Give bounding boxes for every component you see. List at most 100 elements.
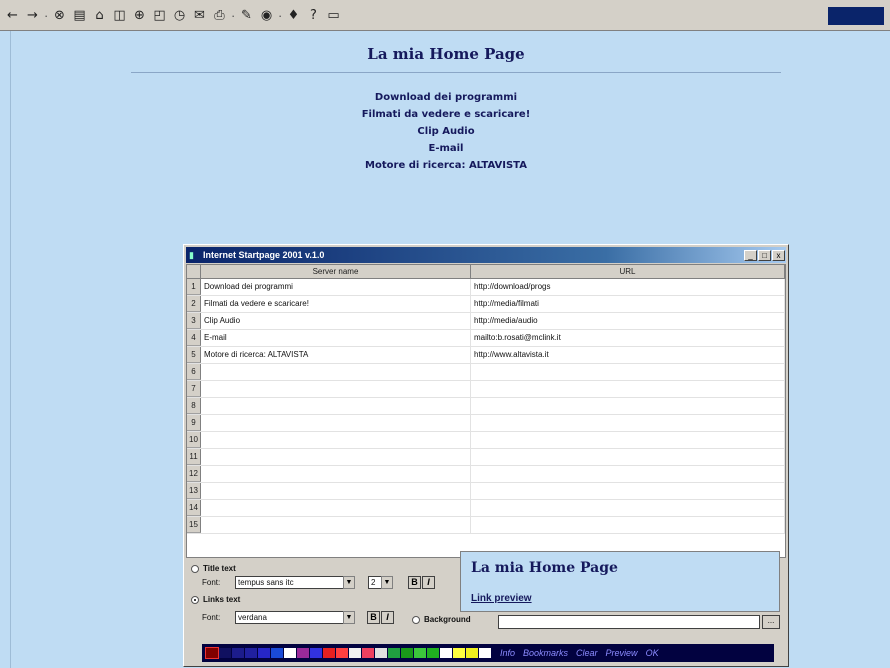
table-row[interactable]: 7 — [187, 381, 785, 398]
column-header-url[interactable]: URL — [471, 265, 785, 279]
row-number[interactable]: 13 — [187, 483, 201, 499]
title-font-dropdown-icon[interactable]: ▼ — [343, 576, 355, 589]
row-number[interactable]: 8 — [187, 398, 201, 414]
color-swatch[interactable] — [205, 647, 219, 659]
title-italic-button[interactable]: I — [422, 576, 435, 589]
links-bold-button[interactable]: B — [367, 611, 380, 624]
server-name-cell[interactable]: Clip Audio — [201, 313, 471, 329]
table-row[interactable]: 4 E-mail mailto:b.rosati@mclink.it — [187, 330, 785, 347]
table-row[interactable]: 10 — [187, 432, 785, 449]
url-cell[interactable] — [471, 517, 785, 533]
server-name-cell[interactable] — [201, 517, 471, 533]
url-cell[interactable] — [471, 500, 785, 516]
row-number[interactable]: 12 — [187, 466, 201, 482]
server-name-cell[interactable]: E-mail — [201, 330, 471, 346]
server-name-cell[interactable] — [201, 432, 471, 448]
mail-icon[interactable]: ✉ — [191, 7, 208, 24]
page-link-search-engine[interactable]: Motore di ricerca: ALTAVISTA — [11, 157, 881, 174]
title-text-radio[interactable] — [191, 565, 199, 573]
color-swatch[interactable] — [336, 648, 348, 658]
page-link-email[interactable]: E-mail — [11, 140, 881, 157]
table-row[interactable]: 14 — [187, 500, 785, 517]
row-number[interactable]: 4 — [187, 330, 201, 346]
preview-button[interactable]: Preview — [606, 648, 638, 658]
clear-button[interactable]: Clear — [576, 648, 598, 658]
history-icon[interactable]: ◷ — [171, 7, 188, 24]
server-name-cell[interactable]: Download dei programmi — [201, 279, 471, 295]
row-number[interactable]: 10 — [187, 432, 201, 448]
help-icon[interactable]: ? — [305, 7, 322, 24]
url-cell[interactable] — [471, 398, 785, 414]
title-size-select[interactable]: 2 — [368, 576, 381, 589]
print-icon[interactable]: ⎙ — [211, 7, 228, 24]
row-number[interactable]: 7 — [187, 381, 201, 397]
links-text-radio[interactable] — [191, 596, 199, 604]
color-swatch[interactable] — [466, 648, 478, 658]
preview-link[interactable]: Link preview — [471, 593, 532, 604]
server-name-cell[interactable] — [201, 381, 471, 397]
table-row[interactable]: 15 — [187, 517, 785, 534]
url-cell[interactable]: http://media/filmati — [471, 296, 785, 312]
table-row[interactable]: 13 — [187, 483, 785, 500]
color-swatch[interactable] — [349, 648, 361, 658]
view-icon[interactable]: ◫ — [111, 7, 128, 24]
server-name-cell[interactable]: Motore di ricerca: ALTAVISTA — [201, 347, 471, 363]
page-link-downloads[interactable]: Download dei programmi — [11, 89, 881, 106]
url-cell[interactable] — [471, 381, 785, 397]
color-swatch[interactable] — [453, 648, 465, 658]
table-row[interactable]: 8 — [187, 398, 785, 415]
server-name-cell[interactable]: Filmati da vedere e scaricare! — [201, 296, 471, 312]
server-name-cell[interactable] — [201, 449, 471, 465]
color-swatch[interactable] — [310, 648, 322, 658]
url-cell[interactable] — [471, 415, 785, 431]
row-number[interactable]: 11 — [187, 449, 201, 465]
row-number[interactable]: 6 — [187, 364, 201, 380]
ok-button[interactable]: OK — [646, 648, 659, 658]
color-swatch[interactable] — [414, 648, 426, 658]
table-row[interactable]: 12 — [187, 466, 785, 483]
close-button[interactable]: x — [772, 249, 785, 261]
color-swatch[interactable] — [479, 648, 491, 658]
url-cell[interactable] — [471, 432, 785, 448]
color-swatch[interactable] — [297, 648, 309, 658]
table-row[interactable]: 2 Filmati da vedere e scaricare! http://me… — [187, 296, 785, 313]
color-swatch[interactable] — [375, 648, 387, 658]
column-header-server-name[interactable]: Server name — [201, 265, 471, 279]
title-bold-button[interactable]: B — [408, 576, 421, 589]
bookmarks-button[interactable]: Bookmarks — [523, 648, 568, 658]
row-number[interactable]: 9 — [187, 415, 201, 431]
window-titlebar[interactable]: ▮ Internet Startpage 2001 v.1.0 _ □ x — [186, 247, 786, 263]
stop-icon[interactable]: ⊗ — [51, 7, 68, 24]
color-swatch[interactable] — [219, 648, 231, 658]
server-name-cell[interactable] — [201, 466, 471, 482]
url-cell[interactable]: http://www.altavista.it — [471, 347, 785, 363]
minimize-button[interactable]: _ — [744, 249, 757, 261]
row-number[interactable]: 5 — [187, 347, 201, 363]
row-number[interactable]: 1 — [187, 279, 201, 295]
color-swatch[interactable] — [271, 648, 283, 658]
edit-icon[interactable]: ✎ — [238, 7, 255, 24]
url-cell[interactable] — [471, 364, 785, 380]
color-swatch[interactable] — [440, 648, 452, 658]
color-swatch[interactable] — [323, 648, 335, 658]
url-cell[interactable]: http://download/progs — [471, 279, 785, 295]
favorites-icon[interactable]: ◰ — [151, 7, 168, 24]
home-icon[interactable]: ⌂ — [91, 7, 108, 24]
color-swatch[interactable] — [362, 648, 374, 658]
messenger-icon[interactable]: ♦ — [285, 7, 302, 24]
color-swatch[interactable] — [245, 648, 257, 658]
color-swatch[interactable] — [388, 648, 400, 658]
search-icon[interactable]: ⊕ — [131, 7, 148, 24]
color-swatch[interactable] — [284, 648, 296, 658]
title-font-select[interactable]: tempus sans itc — [235, 576, 343, 589]
row-number[interactable]: 2 — [187, 296, 201, 312]
page-link-audio[interactable]: Clip Audio — [11, 123, 881, 140]
links-font-dropdown-icon[interactable]: ▼ — [343, 611, 355, 624]
table-row[interactable]: 11 — [187, 449, 785, 466]
page-link-movies[interactable]: Filmati da vedere e scaricare! — [11, 106, 881, 123]
table-row[interactable]: 3 Clip Audio http://media/audio — [187, 313, 785, 330]
server-name-cell[interactable] — [201, 483, 471, 499]
row-number[interactable]: 14 — [187, 500, 201, 516]
row-number[interactable]: 15 — [187, 517, 201, 533]
color-swatch[interactable] — [427, 648, 439, 658]
